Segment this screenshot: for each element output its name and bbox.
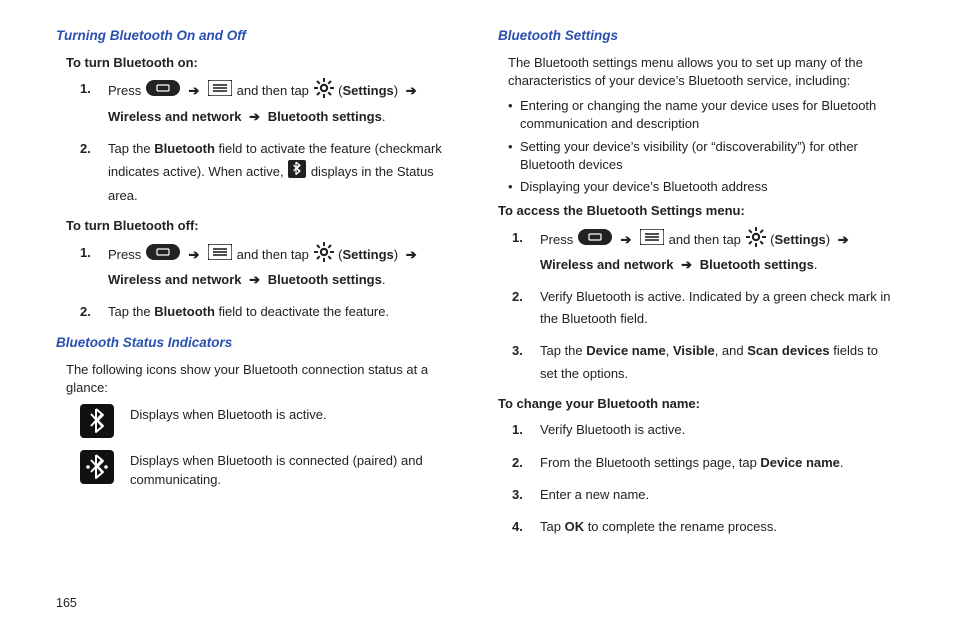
text: Settings [342, 83, 393, 98]
home-button-icon [146, 244, 180, 267]
heading-status-indicators: Bluetooth Status Indicators [56, 333, 456, 353]
status-text: Displays when Bluetooth is active. [130, 404, 456, 425]
status-text: Displays when Bluetooth is connected (pa… [130, 450, 456, 490]
label-access-settings: To access the Bluetooth Settings menu: [498, 202, 898, 221]
text: Wireless and network [540, 257, 674, 272]
bluetooth-status-icon [288, 160, 306, 185]
text: Bluetooth settings [268, 109, 382, 124]
left-column: Turning Bluetooth On and Off To turn Blu… [56, 26, 456, 548]
menu-button-icon [208, 80, 232, 103]
step: 1. Verify Bluetooth is active. [522, 419, 898, 441]
settings-gear-icon [314, 78, 334, 105]
text: Visible [673, 343, 715, 358]
text: Bluetooth [154, 304, 215, 319]
text: , and [715, 343, 748, 358]
bluetooth-connected-icon [80, 450, 114, 490]
text: Device name [760, 455, 840, 470]
text: From the Bluetooth settings page, tap [540, 455, 760, 470]
arrow-icon: ➔ [249, 106, 260, 128]
steps-turn-on: 1. Press ➔ and then tap (Settings) ➔ Wir… [90, 78, 456, 206]
settings-gear-icon [314, 242, 334, 269]
text: OK [565, 519, 585, 534]
text: Bluetooth [154, 141, 215, 156]
text: Wireless and network [108, 109, 242, 124]
step: 2. Verify Bluetooth is active. Indicated… [522, 286, 898, 330]
heading-bt-settings: Bluetooth Settings [498, 26, 898, 46]
settings-intro: The Bluetooth settings menu allows you t… [508, 54, 898, 92]
text: Press [108, 247, 145, 262]
step: 1. Press ➔ and then tap (Settings) ➔ Wir… [90, 78, 456, 127]
menu-button-icon [640, 229, 664, 252]
label-turn-off: To turn Bluetooth off: [66, 217, 456, 236]
text: Tap the [540, 343, 586, 358]
list-item: Displaying your device’s Bluetooth addre… [508, 178, 898, 196]
step: 2. From the Bluetooth settings page, tap… [522, 452, 898, 474]
list-item: Setting your device’s visibility (or “di… [508, 138, 898, 174]
text: Verify Bluetooth is active. [540, 422, 685, 437]
text: Tap the [108, 141, 154, 156]
text: . [382, 272, 386, 287]
menu-button-icon [208, 244, 232, 267]
right-column: Bluetooth Settings The Bluetooth setting… [498, 26, 898, 548]
text: to complete the rename process. [584, 519, 777, 534]
steps-turn-off: 1. Press ➔ and then tap (Settings) ➔ Wir… [90, 242, 456, 323]
step: 1. Press ➔ and then tap (Settings) ➔ Wir… [522, 227, 898, 276]
text: , [666, 343, 673, 358]
arrow-icon: ➔ [681, 254, 692, 276]
text: Enter a new name. [540, 487, 649, 502]
status-row: Displays when Bluetooth is active. [80, 404, 456, 444]
bluetooth-active-icon [80, 404, 114, 444]
text: and then tap [237, 83, 313, 98]
text: and then tap [669, 232, 745, 247]
text: Wireless and network [108, 272, 242, 287]
arrow-icon: ➔ [406, 80, 417, 102]
step: 3. Tap the Device name, Visible, and Sca… [522, 340, 898, 384]
label-change-name: To change your Bluetooth name: [498, 395, 898, 414]
step: 4. Tap OK to complete the rename process… [522, 516, 898, 538]
arrow-icon: ➔ [249, 269, 260, 291]
steps-change-name: 1. Verify Bluetooth is active. 2. From t… [522, 419, 898, 537]
text: Device name [586, 343, 666, 358]
text: field to deactivate the feature. [215, 304, 389, 319]
step: 2. Tap the Bluetooth field to deactivate… [90, 301, 456, 323]
steps-access: 1. Press ➔ and then tap (Settings) ➔ Wir… [522, 227, 898, 385]
text: Bluetooth settings [700, 257, 814, 272]
home-button-icon [578, 229, 612, 252]
text: Verify Bluetooth is active. Indicated by… [540, 289, 890, 326]
settings-bullets: Entering or changing the name your devic… [508, 97, 898, 196]
arrow-icon: ➔ [620, 229, 631, 251]
home-button-icon [146, 80, 180, 103]
page-number: 165 [56, 596, 77, 610]
arrow-icon: ➔ [188, 244, 199, 266]
text: and then tap [237, 247, 313, 262]
text: Settings [342, 247, 393, 262]
text: Press [540, 232, 577, 247]
step: 2. Tap the Bluetooth field to activate t… [90, 138, 456, 207]
text: Tap [540, 519, 565, 534]
status-intro: The following icons show your Bluetooth … [66, 361, 456, 399]
arrow-icon: ➔ [838, 229, 849, 251]
label-turn-on: To turn Bluetooth on: [66, 54, 456, 73]
status-row: Displays when Bluetooth is connected (pa… [80, 450, 456, 490]
text: . [382, 109, 386, 124]
list-item: Entering or changing the name your devic… [508, 97, 898, 133]
step: 1. Press ➔ and then tap (Settings) ➔ Wir… [90, 242, 456, 291]
step: 3. Enter a new name. [522, 484, 898, 506]
text: Bluetooth settings [268, 272, 382, 287]
arrow-icon: ➔ [188, 80, 199, 102]
heading-turning-bt: Turning Bluetooth On and Off [56, 26, 456, 46]
text: . [814, 257, 818, 272]
arrow-icon: ➔ [406, 244, 417, 266]
text: Tap the [108, 304, 154, 319]
settings-gear-icon [746, 227, 766, 254]
page-columns: Turning Bluetooth On and Off To turn Blu… [56, 26, 898, 548]
text: Press [108, 83, 145, 98]
text: Settings [774, 232, 825, 247]
text: Scan devices [747, 343, 829, 358]
text: . [840, 455, 844, 470]
